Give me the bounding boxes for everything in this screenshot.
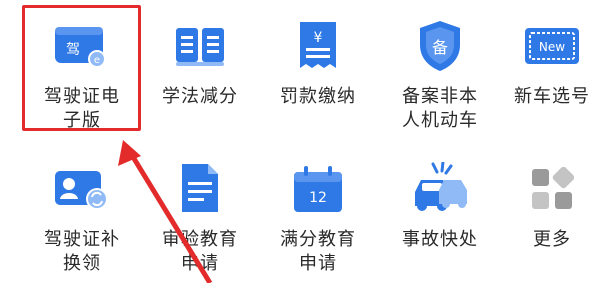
receipt-yen-icon: ¥ [287,15,349,77]
receipt-yen-glyph: ¥ [314,30,323,46]
service-grid: 驾 e 驾驶证电 子版 学法减分 ¥ 罚款缴纳 备 备案非本 人机动车 New … [0,0,600,283]
menu-label: 审验教育 申请 [162,229,238,274]
calendar-glyph: 12 [309,190,327,206]
menu-item-register-vehicle[interactable]: 备 备案非本 人机动车 [380,5,500,145]
license-card-glyph: 驾 [66,42,80,58]
menu-item-license-e-version[interactable]: 驾 e 驾驶证电 子版 [22,5,142,145]
menu-item-fine-payment[interactable]: ¥ 罚款缴纳 [258,5,378,145]
calendar-icon: 12 [287,158,349,220]
menu-label: 事故快处 [402,229,478,250]
license-card-icon: 驾 e [51,15,113,77]
menu-label: 满分教育 申请 [280,229,356,274]
license-plate-glyph: New [539,40,565,54]
menu-label: 备案非本 人机动车 [402,86,478,131]
shield-badge-glyph: 备 [432,38,448,57]
menu-label: 驾驶证电 子版 [44,86,120,131]
menu-item-new-car-plate[interactable]: New 新车选号 [492,5,600,145]
license-plate-icon: New [521,15,583,77]
svg-text:e: e [94,55,100,66]
menu-label: 驾驶证补 换领 [44,229,120,274]
menu-label: 新车选号 [514,86,590,107]
menu-label: 更多 [533,229,571,250]
car-accident-icon [409,158,471,220]
menu-item-accident-quick[interactable]: 事故快处 [380,148,500,288]
menu-item-license-renewal[interactable]: 驾驶证补 换领 [22,148,142,288]
menu-item-study-law[interactable]: 学法减分 [140,5,260,145]
menu-label: 罚款缴纳 [280,86,356,107]
menu-item-more[interactable]: 更多 [492,148,600,288]
more-grid-icon [521,158,583,220]
menu-item-review-education[interactable]: 审验教育 申请 [140,148,260,288]
id-card-refresh-icon [51,158,113,220]
document-icon [169,158,231,220]
open-book-icon [169,15,231,77]
shield-badge-icon: 备 [409,15,471,77]
menu-item-full-score-education[interactable]: 12 满分教育 申请 [258,148,378,288]
menu-label: 学法减分 [162,86,238,107]
